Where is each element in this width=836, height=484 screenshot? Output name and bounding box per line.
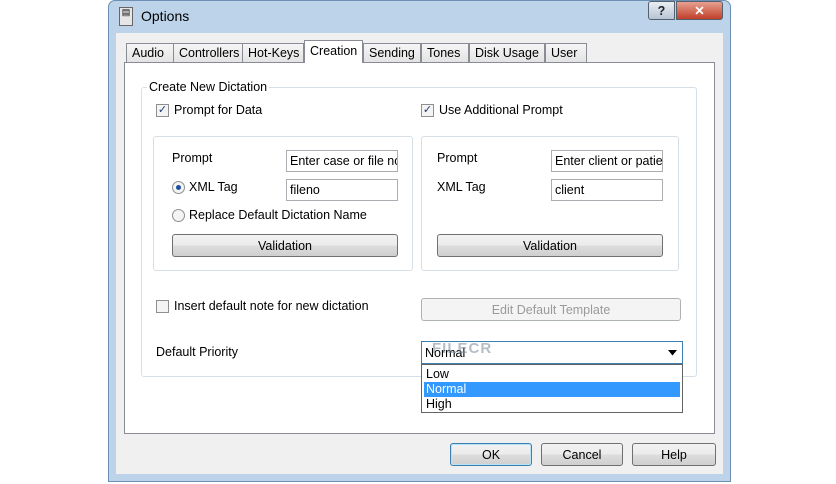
prompt-label: Prompt <box>172 151 213 165</box>
prompt-for-data-label: Prompt for Data <box>174 103 263 117</box>
priority-option-high[interactable]: High <box>424 397 680 412</box>
tab-disk-usage[interactable]: Disk Usage <box>469 43 545 63</box>
help-caption-button[interactable]: ? <box>648 1 675 20</box>
validation-button[interactable]: Validation <box>172 234 398 257</box>
xml-tag-radio[interactable] <box>172 181 185 194</box>
additional-prompt-label: Prompt <box>437 151 478 165</box>
default-priority-label: Default Priority <box>156 345 238 359</box>
additional-xml-tag-input[interactable]: client <box>551 179 663 201</box>
additional-xml-tag-label: XML Tag <box>437 180 486 194</box>
close-button[interactable]: ✕ <box>676 1 723 20</box>
prompt-for-data-checkbox[interactable]: ✓ <box>156 104 169 117</box>
edit-default-template-button[interactable]: Edit Default Template <box>421 298 681 321</box>
ok-button[interactable]: OK <box>450 443 532 466</box>
additional-prompt-input[interactable]: Enter client or patier <box>551 150 663 172</box>
tab-tones[interactable]: Tones <box>421 43 469 63</box>
window-title: Options <box>141 8 190 24</box>
tab-hot-keys[interactable]: Hot-Keys <box>242 43 304 63</box>
tab-audio[interactable]: Audio <box>126 43 174 63</box>
insert-default-note-checkbox[interactable] <box>156 300 169 313</box>
replace-name-radio[interactable] <box>172 209 185 222</box>
group-legend: Create New Dictation <box>147 80 270 94</box>
xml-tag-label: XML Tag <box>189 180 238 194</box>
prompt-input[interactable]: Enter case or file no <box>286 150 398 172</box>
cancel-button[interactable]: Cancel <box>541 443 623 466</box>
tab-controllers[interactable]: Controllers <box>173 43 243 63</box>
tab-creation[interactable]: Creation <box>304 40 363 63</box>
help-button[interactable]: Help <box>632 443 716 466</box>
close-icon: ✕ <box>694 4 705 18</box>
use-additional-prompt-checkbox[interactable]: ✓ <box>421 104 434 117</box>
xml-tag-input[interactable]: fileno <box>286 179 398 201</box>
replace-name-label: Replace Default Dictation Name <box>189 208 367 222</box>
watermark: FILECR <box>432 340 493 357</box>
priority-option-low[interactable]: Low <box>424 367 680 382</box>
insert-default-note-label: Insert default note for new dictation <box>174 299 369 313</box>
chevron-down-icon <box>668 350 677 356</box>
app-icon: ▤ <box>119 7 133 26</box>
tab-sending[interactable]: Sending <box>363 43 421 63</box>
use-additional-prompt-label: Use Additional Prompt <box>439 103 563 117</box>
additional-validation-button[interactable]: Validation <box>437 234 663 257</box>
priority-option-normal[interactable]: Normal <box>424 382 680 397</box>
question-icon: ? <box>657 3 666 18</box>
priority-dropdown-list: Low Normal High <box>421 364 683 413</box>
tab-user[interactable]: User <box>545 43 587 63</box>
